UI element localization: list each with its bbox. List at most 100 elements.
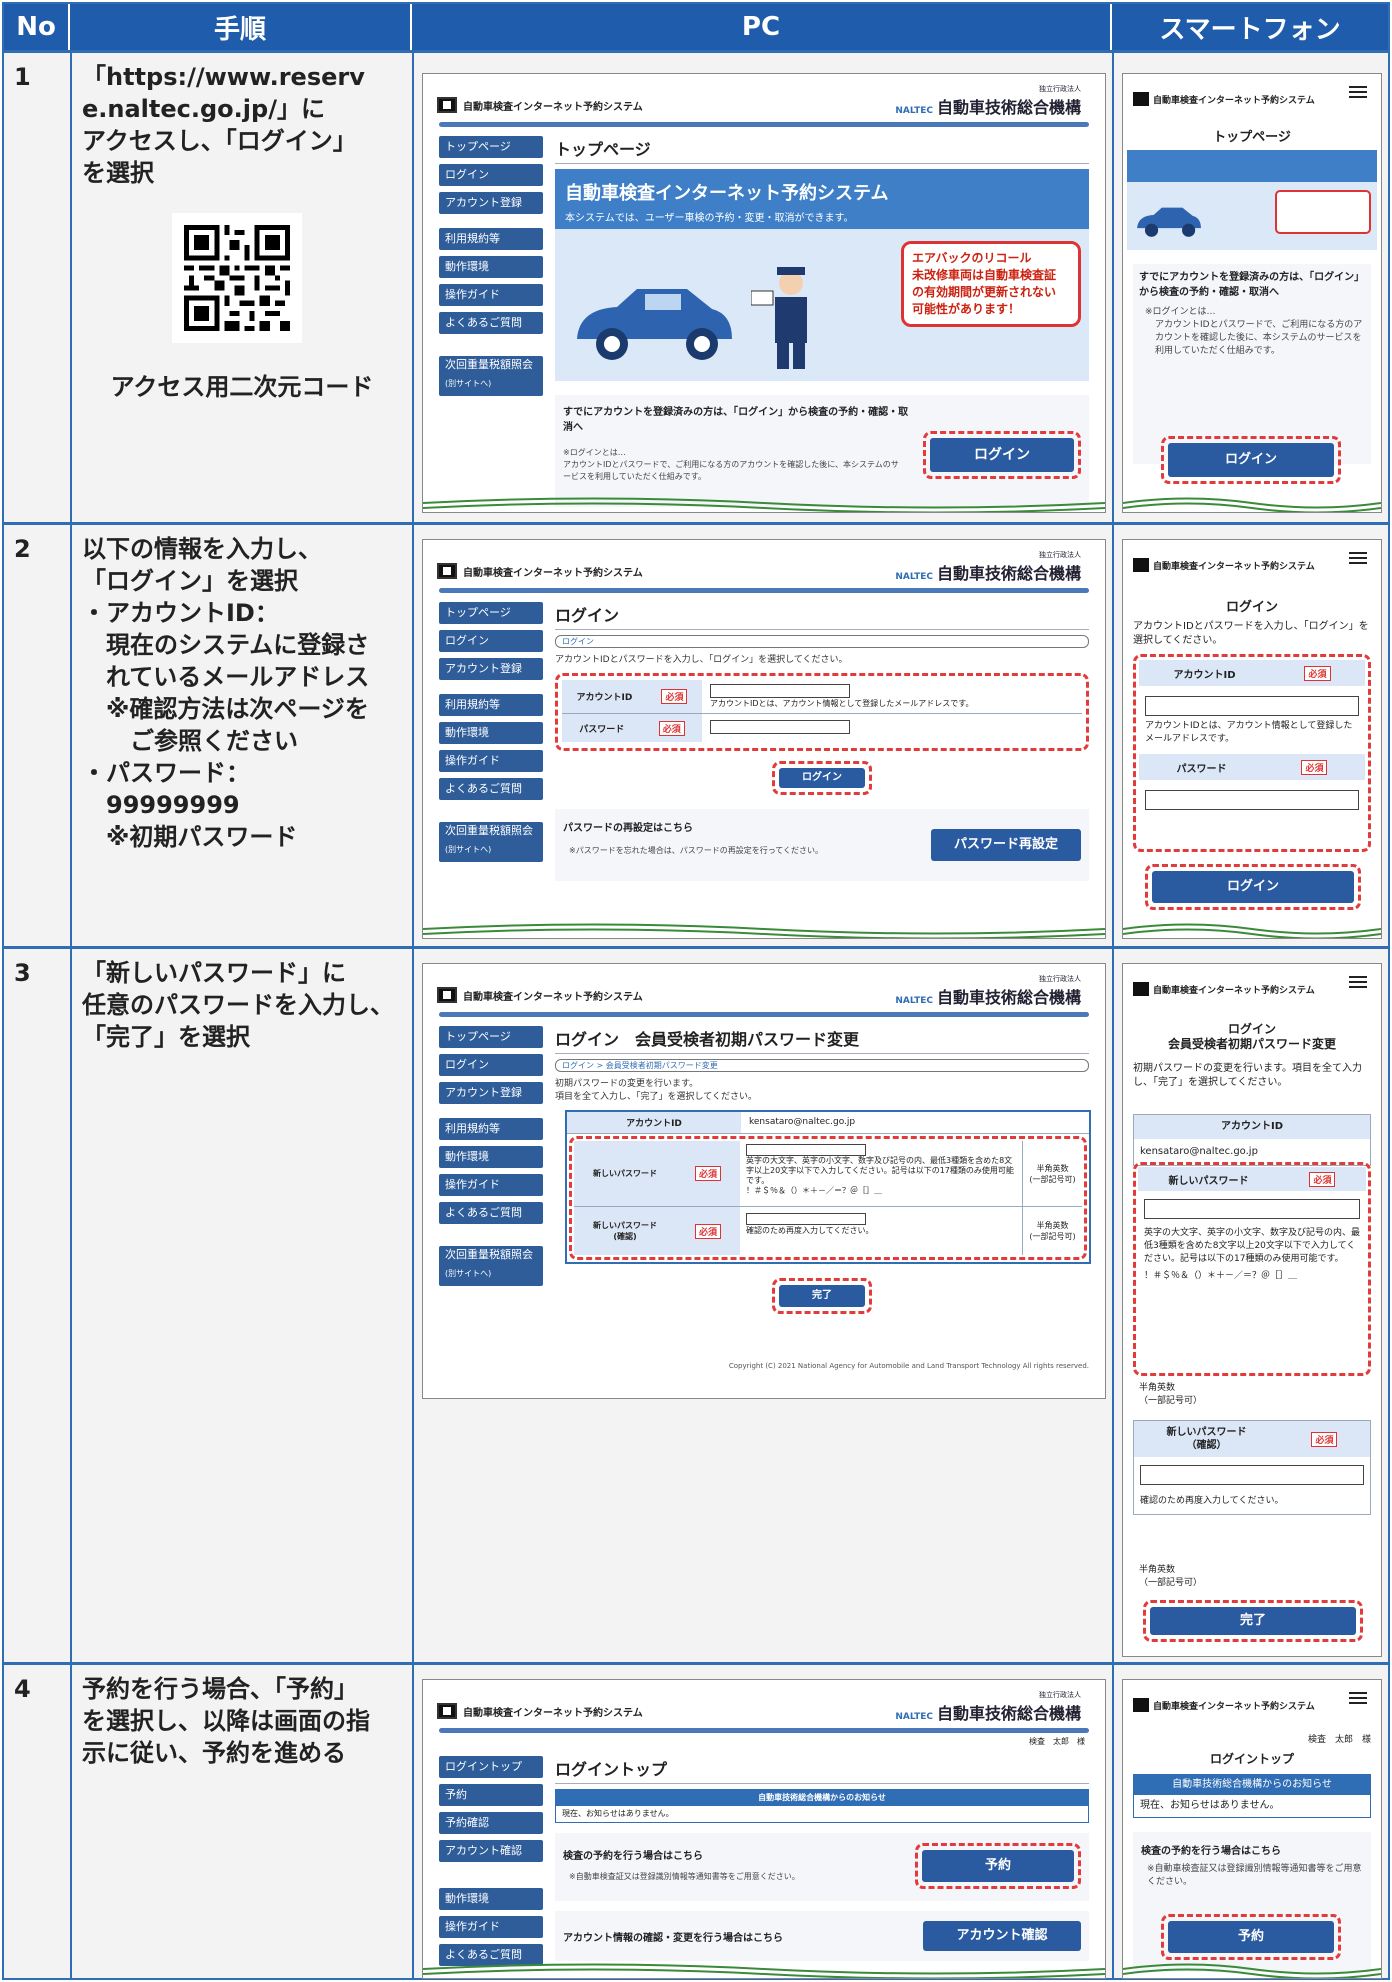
menu-item[interactable]: 利用規約等: [439, 1118, 543, 1140]
sp-login-button[interactable]: ログイン: [1152, 871, 1354, 903]
menu-item[interactable]: 次回重量税額照会 (別サイトへ): [439, 822, 543, 862]
sp-done-button[interactable]: 完了: [1150, 1607, 1356, 1635]
step-text: 以下の情報を入力し、 「ログイン」を選択 ・アカウントID： 現在のシステムに登…: [70, 525, 412, 946]
pc-main: ログイントップ 自動車技術総合機構からのお知らせ 現在、お知らせはありません。 …: [555, 1756, 1089, 1961]
sp-page-title: トップページ: [1213, 130, 1291, 145]
menu-item[interactable]: アカウント登録: [439, 658, 543, 680]
hamburger-menu-icon[interactable]: [1349, 1692, 1367, 1704]
pc-screen-login: 自動車検査インターネット予約システム 独立行政法人 NALTEC 自動車技術総合機構…: [422, 539, 1106, 939]
qr-code: [172, 213, 302, 343]
reserve-button-highlight: 予約: [915, 1843, 1081, 1889]
menu-item[interactable]: よくあるご質問: [439, 1202, 543, 1224]
account-confirm-button[interactable]: アカウント確認: [923, 1921, 1081, 1951]
page-title: トップページ: [555, 136, 1089, 164]
menu-item[interactable]: トップページ: [439, 1026, 543, 1048]
menu-item[interactable]: 動作環境: [439, 1888, 543, 1910]
menu-item[interactable]: ログイントップ: [439, 1756, 543, 1778]
menu-item[interactable]: 利用規約等: [439, 228, 543, 250]
menu-item[interactable]: よくあるご質問: [439, 778, 543, 800]
menu-item[interactable]: アカウント確認: [439, 1840, 543, 1862]
header-no: No: [4, 4, 70, 50]
sp-new-password-input[interactable]: [1144, 1199, 1360, 1219]
sp-confirm-password-input[interactable]: [1140, 1465, 1364, 1485]
menu-item[interactable]: 次回重量税額照会 (別サイトへ): [439, 356, 543, 396]
pc-main: ログイン ログイン アカウントIDとパスワードを入力し、「ログイン」を選択してく…: [555, 602, 1089, 881]
reserve-button[interactable]: 予約: [922, 1850, 1074, 1882]
sp-done-button-highlight: 完了: [1143, 1600, 1363, 1642]
row-no: 1: [14, 63, 31, 91]
new-password-input[interactable]: [746, 1144, 866, 1156]
header-pc: PC: [412, 4, 1112, 50]
pc-column: 自動車検査インターネット予約システム 独立行政法人 NALTEC 自動車技術総合機構…: [412, 949, 1112, 1662]
hamburger-menu-icon[interactable]: [1349, 552, 1367, 564]
menu-item[interactable]: 次回重量税額照会 (別サイトへ): [439, 1246, 543, 1286]
row-no: 4: [14, 1675, 31, 1703]
car-logo-icon: [437, 97, 457, 113]
menu-item[interactable]: 操作ガイド: [439, 1174, 543, 1196]
menu-item[interactable]: よくあるご質問: [439, 312, 543, 334]
menu-item[interactable]: アカウント登録: [439, 192, 543, 214]
menu-item[interactable]: 動作環境: [439, 1146, 543, 1168]
procedure-table: No 手順 PC スマートフォン 1 「https://www.reserv e…: [2, 2, 1390, 1980]
smartphone-column: 自動車検査インターネット予約システム ログイン 会員受検者初期パスワード変更 初期…: [1112, 949, 1388, 1662]
sp-credentials-highlight: アカウントID 必須 アカウントIDとは、アカウント情報として登録したメールアドレ…: [1133, 654, 1371, 852]
menu-item[interactable]: ログイン: [439, 164, 543, 186]
menu-item[interactable]: 予約確認: [439, 1812, 543, 1834]
pc-main: トップページ 自動車検査インターネット予約システム 本システムでは、ユーザー車検…: [555, 136, 1089, 507]
header-smartphone: スマートフォン: [1112, 4, 1388, 50]
page-title: ログイン: [555, 602, 1089, 630]
menu-item[interactable]: 予約: [439, 1784, 543, 1806]
sp-new-password-highlight: 新しいパスワード 必須 英字の大文字、英字の小文字、数字及び記号の内、最低3種類を…: [1133, 1162, 1371, 1376]
menu-item[interactable]: 動作環境: [439, 256, 543, 278]
menu-item[interactable]: アカウント登録: [439, 1082, 543, 1104]
step-text: 「新しいパスワード」に 任意のパスワードを入力し、 「完了」を選択: [70, 949, 412, 1662]
password-reset-section: パスワードの再設定はこちら ※パスワードを忘れた場合は、パスワードの再設定を行っ…: [555, 809, 1089, 881]
step-line: 「https://www.reserv: [82, 63, 365, 91]
login-section: すでにアカウントを登録済みの方は、「ログイン」から検査の予約・確認・取消へ ※ロ…: [555, 395, 1089, 507]
pc-screen-password-change: 自動車検査インターネット予約システム 独立行政法人 NALTEC 自動車技術総合機構…: [422, 963, 1106, 1399]
menu-item[interactable]: ログイン: [439, 1054, 543, 1076]
hamburger-menu-icon[interactable]: [1349, 86, 1367, 98]
pc-screen-login-top: 自動車検査インターネット予約システム 独立行政法人 NALTEC 自動車技術総合機構…: [422, 1679, 1106, 1979]
login-button[interactable]: ログイン: [779, 768, 865, 788]
menu-item[interactable]: 操作ガイド: [439, 284, 543, 306]
done-button[interactable]: 完了: [779, 1285, 865, 1307]
page-title: ログイントップ: [555, 1756, 1089, 1784]
header-step: 手順: [70, 4, 412, 50]
menu-item[interactable]: トップページ: [439, 136, 543, 158]
hamburger-menu-icon[interactable]: [1349, 976, 1367, 988]
sp-login-button[interactable]: ログイン: [1168, 443, 1334, 477]
account-id-input[interactable]: [710, 684, 850, 698]
row-1: 1 「https://www.reserv e.naltec.go.jp/」に …: [4, 50, 1388, 522]
confirm-password-input[interactable]: [746, 1213, 866, 1225]
page-title: ログイン 会員受検者初期パスワード変更: [555, 1026, 1089, 1054]
row-no: 2: [14, 535, 31, 563]
password-reset-button[interactable]: パスワード再設定: [931, 829, 1081, 861]
system-title: 自動車検査インターネット予約システム: [463, 101, 643, 113]
smartphone-column: 自動車検査インターネット予約システム ログイン アカウントIDとパスワードを入力…: [1112, 525, 1388, 946]
car-illustration-icon: [577, 289, 732, 360]
menu-item[interactable]: ログイン: [439, 630, 543, 652]
step-line: アクセスし、「ログイン」: [82, 127, 357, 155]
sp-reserve-button-highlight: 予約: [1161, 1914, 1341, 1960]
menu-item[interactable]: 利用規約等: [439, 694, 543, 716]
login-button-highlight: ログイン: [923, 431, 1081, 479]
row-4: 4 予約を行う場合、「予約」 を選択し、以降は画面の指 示に従い、予約を進める …: [4, 1662, 1388, 1979]
password-input[interactable]: [710, 720, 850, 734]
menu-item[interactable]: トップページ: [439, 602, 543, 624]
sp-password-input[interactable]: [1145, 790, 1359, 810]
sp-reserve-button[interactable]: 予約: [1168, 1921, 1334, 1953]
login-button[interactable]: ログイン: [930, 438, 1074, 472]
menu-item[interactable]: 動作環境: [439, 722, 543, 744]
pc-column: 自動車検査インターネット予約システム 独立行政法人 NALTEC 自動車技術総合機構…: [412, 1665, 1112, 1979]
pc-screen-top: 自動車検査インターネット予約システム 独立行政法人 NALTEC 自動車技術総合機構…: [422, 73, 1106, 513]
org-logo: 独立行政法人 NALTEC 自動車技術総合機構: [895, 85, 1081, 117]
menu-item[interactable]: 操作ガイド: [439, 1916, 543, 1938]
qr-caption: アクセス用二次元コード: [110, 373, 374, 401]
menu-item[interactable]: 操作ガイド: [439, 750, 543, 772]
login-button-highlight: ログイン: [772, 761, 872, 795]
sp-account-id-input[interactable]: [1145, 696, 1359, 716]
done-button-highlight: 完了: [772, 1278, 872, 1314]
pc-main: ログイン 会員受検者初期パスワード変更 ログイン > 会員受検者初期パスワード変…: [555, 1026, 1091, 1370]
step-text: 「https://www.reserv e.naltec.go.jp/」に アク…: [70, 53, 412, 522]
